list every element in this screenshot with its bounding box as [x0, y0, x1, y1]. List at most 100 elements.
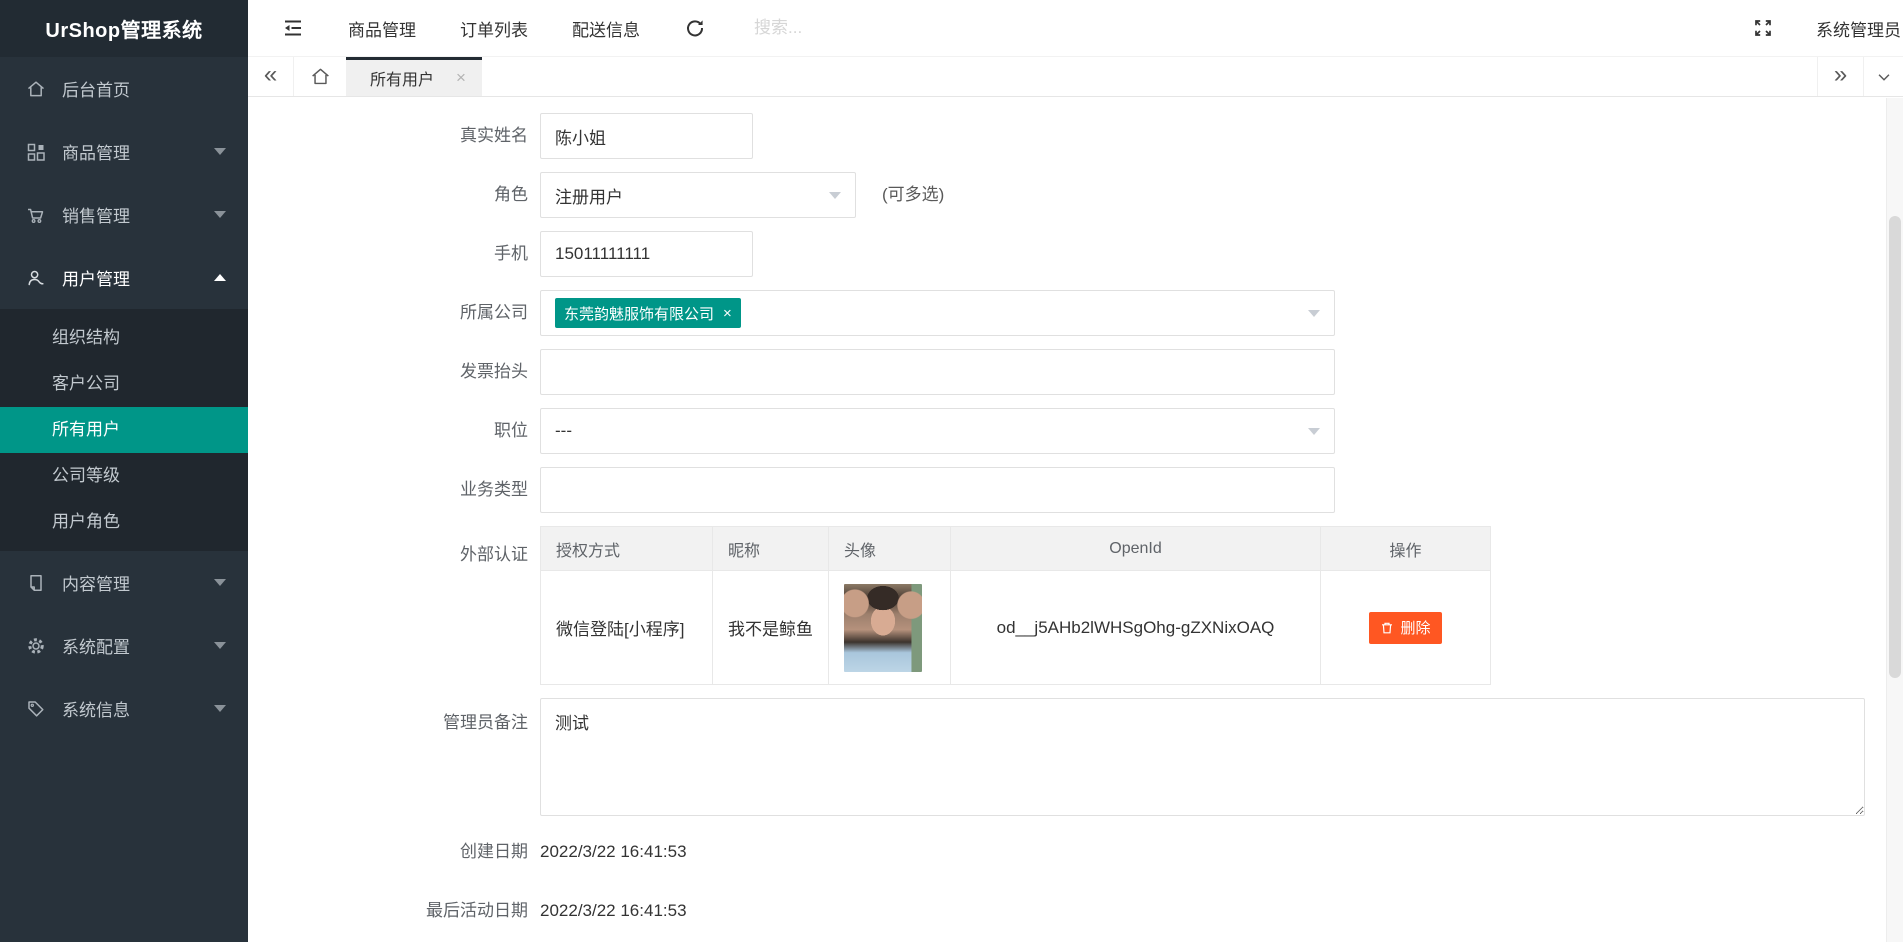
invoice-title-input[interactable]: [540, 349, 1335, 395]
form-row-company: 所属公司 东莞韵魅服饰有限公司 ×: [248, 290, 1886, 336]
sidebar-item-sales[interactable]: 销售管理: [0, 183, 248, 246]
sidebar-item-client-company[interactable]: 客户公司: [0, 361, 248, 407]
sidebar: UrShop管理系统 后台首页 商品管理 销售管理 用户管理 组织结构 客户公司…: [0, 0, 248, 942]
form-row-external-auth: 外部认证 授权方式 昵称 头像 OpenId 操作 微信登陆[小程序] 我不是鲸…: [248, 526, 1886, 685]
sidebar-item-users[interactable]: 用户管理: [0, 246, 248, 309]
field-label: 手机: [494, 244, 528, 263]
sidebar-item-org-structure[interactable]: 组织结构: [0, 315, 248, 361]
sidebar-item-label: 系统配置: [62, 638, 130, 657]
form-row-real-name: 真实姓名: [248, 113, 1886, 159]
sidebar-item-content[interactable]: 内容管理: [0, 551, 248, 614]
table-header-row: 授权方式 昵称 头像 OpenId 操作: [540, 526, 1491, 571]
user-icon: [26, 268, 46, 288]
avatar-cell: [828, 570, 951, 685]
nickname-cell: 我不是鲸鱼: [712, 570, 829, 685]
tab-all-users[interactable]: 所有用户 ×: [346, 57, 482, 96]
auth-method-cell: 微信登陆[小程序]: [540, 570, 713, 685]
fullscreen-icon[interactable]: [1752, 17, 1774, 39]
chevron-down-icon: [214, 579, 226, 586]
search-input[interactable]: [754, 18, 974, 38]
document-icon: [26, 573, 46, 593]
field-label: 所属公司: [460, 303, 528, 322]
chevron-down-icon: [214, 211, 226, 218]
field-label: 最后活动日期: [426, 901, 528, 920]
tag-icon: [26, 699, 46, 719]
sidebar-item-label: 用户管理: [62, 270, 130, 289]
form-row-phone: 手机: [248, 231, 1886, 277]
sidebar-item-products[interactable]: 商品管理: [0, 120, 248, 183]
menu-fold-icon[interactable]: [282, 17, 304, 39]
company-multiselect[interactable]: 东莞韵魅服饰有限公司 ×: [540, 290, 1335, 336]
form-row-admin-remark: 管理员备注 测试: [248, 698, 1886, 816]
home-icon: [26, 79, 46, 99]
role-select[interactable]: 注册用户: [540, 172, 856, 218]
sidebar-item-company-level[interactable]: 公司等级: [0, 453, 248, 499]
delete-button-label: 删除: [1400, 620, 1431, 637]
refresh-icon[interactable]: [684, 17, 706, 39]
sidebar-item-system-info[interactable]: 系统信息: [0, 677, 248, 740]
col-actions: 操作: [1320, 526, 1491, 571]
form-row-last-active-date: 最后活动日期 2022/3/22 16:41:53: [248, 888, 1886, 934]
last-active-date-value: 2022/3/22 16:41:53: [540, 901, 687, 920]
avatar-image: [844, 583, 922, 672]
table-row: 微信登陆[小程序] 我不是鲸鱼 od__j5AHb2lWHSgOhg-gZXNi…: [540, 570, 1491, 685]
created-date-value: 2022/3/22 16:41:53: [540, 842, 687, 861]
gear-icon: [26, 636, 46, 656]
chevron-down-icon: [214, 642, 226, 649]
tabs-scroll-left-icon[interactable]: «: [248, 57, 294, 96]
app-logo: UrShop管理系统: [0, 0, 248, 57]
nav-item-delivery[interactable]: 配送信息: [572, 16, 640, 41]
users-submenu: 组织结构 客户公司 所有用户 公司等级 用户角色: [0, 309, 248, 551]
field-label: 管理员备注: [443, 713, 528, 732]
field-label: 创建日期: [460, 842, 528, 861]
position-selected-value: ---: [555, 421, 572, 440]
tag-remove-icon[interactable]: ×: [723, 305, 732, 322]
nav-item-orders[interactable]: 订单列表: [460, 16, 528, 41]
sidebar-item-system-config[interactable]: 系统配置: [0, 614, 248, 677]
form-row-business-type: 业务类型: [248, 467, 1886, 513]
form-row-created-date: 创建日期 2022/3/22 16:41:53: [248, 829, 1886, 875]
nav-item-products[interactable]: 商品管理: [348, 16, 416, 41]
tabs-menu-icon[interactable]: [1863, 57, 1903, 96]
chevron-down-icon: [214, 705, 226, 712]
vertical-scrollbar[interactable]: [1886, 98, 1903, 942]
position-select[interactable]: ---: [540, 408, 1335, 454]
field-label: 业务类型: [460, 480, 528, 499]
sidebar-item-home[interactable]: 后台首页: [0, 57, 248, 120]
tab-home-icon[interactable]: [294, 57, 346, 96]
field-label: 角色: [494, 185, 528, 204]
admin-remark-textarea[interactable]: 测试: [540, 698, 1865, 816]
field-label: 真实姓名: [460, 126, 528, 145]
tab-close-icon[interactable]: ×: [456, 68, 466, 88]
real-name-input[interactable]: [540, 113, 753, 159]
role-hint: (可多选): [882, 185, 945, 204]
header-right: 系统管理员: [1752, 16, 1903, 41]
form-row-role: 角色 注册用户 (可多选): [248, 172, 1886, 218]
tabs-scroll-right-icon[interactable]: »: [1817, 57, 1863, 96]
tabbar-right-controls: »: [1817, 57, 1903, 96]
col-nickname: 昵称: [712, 526, 829, 571]
field-label: 发票抬头: [460, 362, 528, 381]
business-type-input[interactable]: [540, 467, 1335, 513]
sidebar-item-all-users[interactable]: 所有用户: [0, 407, 248, 453]
user-detail-form: 真实姓名 角色 注册用户 (可多选) 手机 所属公司 东莞韵魅服饰有限公司 ×: [248, 98, 1886, 942]
scrollbar-thumb[interactable]: [1889, 216, 1901, 678]
field-label: 职位: [494, 421, 528, 440]
form-row-invoice: 发票抬头: [248, 349, 1886, 395]
sidebar-item-label: 商品管理: [62, 144, 130, 163]
company-tag-label: 东莞韵魅服饰有限公司: [564, 305, 715, 323]
col-avatar: 头像: [828, 526, 951, 571]
actions-cell: 删除: [1320, 570, 1491, 685]
chevron-up-icon: [214, 274, 226, 281]
phone-input[interactable]: [540, 231, 753, 277]
sidebar-item-user-role[interactable]: 用户角色: [0, 499, 248, 545]
chevron-down-icon: [829, 192, 841, 199]
current-user[interactable]: 系统管理员: [1816, 16, 1903, 41]
form-row-position: 职位 ---: [248, 408, 1886, 454]
delete-button[interactable]: 删除: [1369, 611, 1442, 644]
sidebar-item-label: 内容管理: [62, 575, 130, 594]
sidebar-item-label: 后台首页: [62, 81, 130, 100]
external-auth-table: 授权方式 昵称 头像 OpenId 操作 微信登陆[小程序] 我不是鲸鱼 od_…: [540, 526, 1491, 685]
col-auth-method: 授权方式: [540, 526, 713, 571]
cart-icon: [26, 205, 46, 225]
